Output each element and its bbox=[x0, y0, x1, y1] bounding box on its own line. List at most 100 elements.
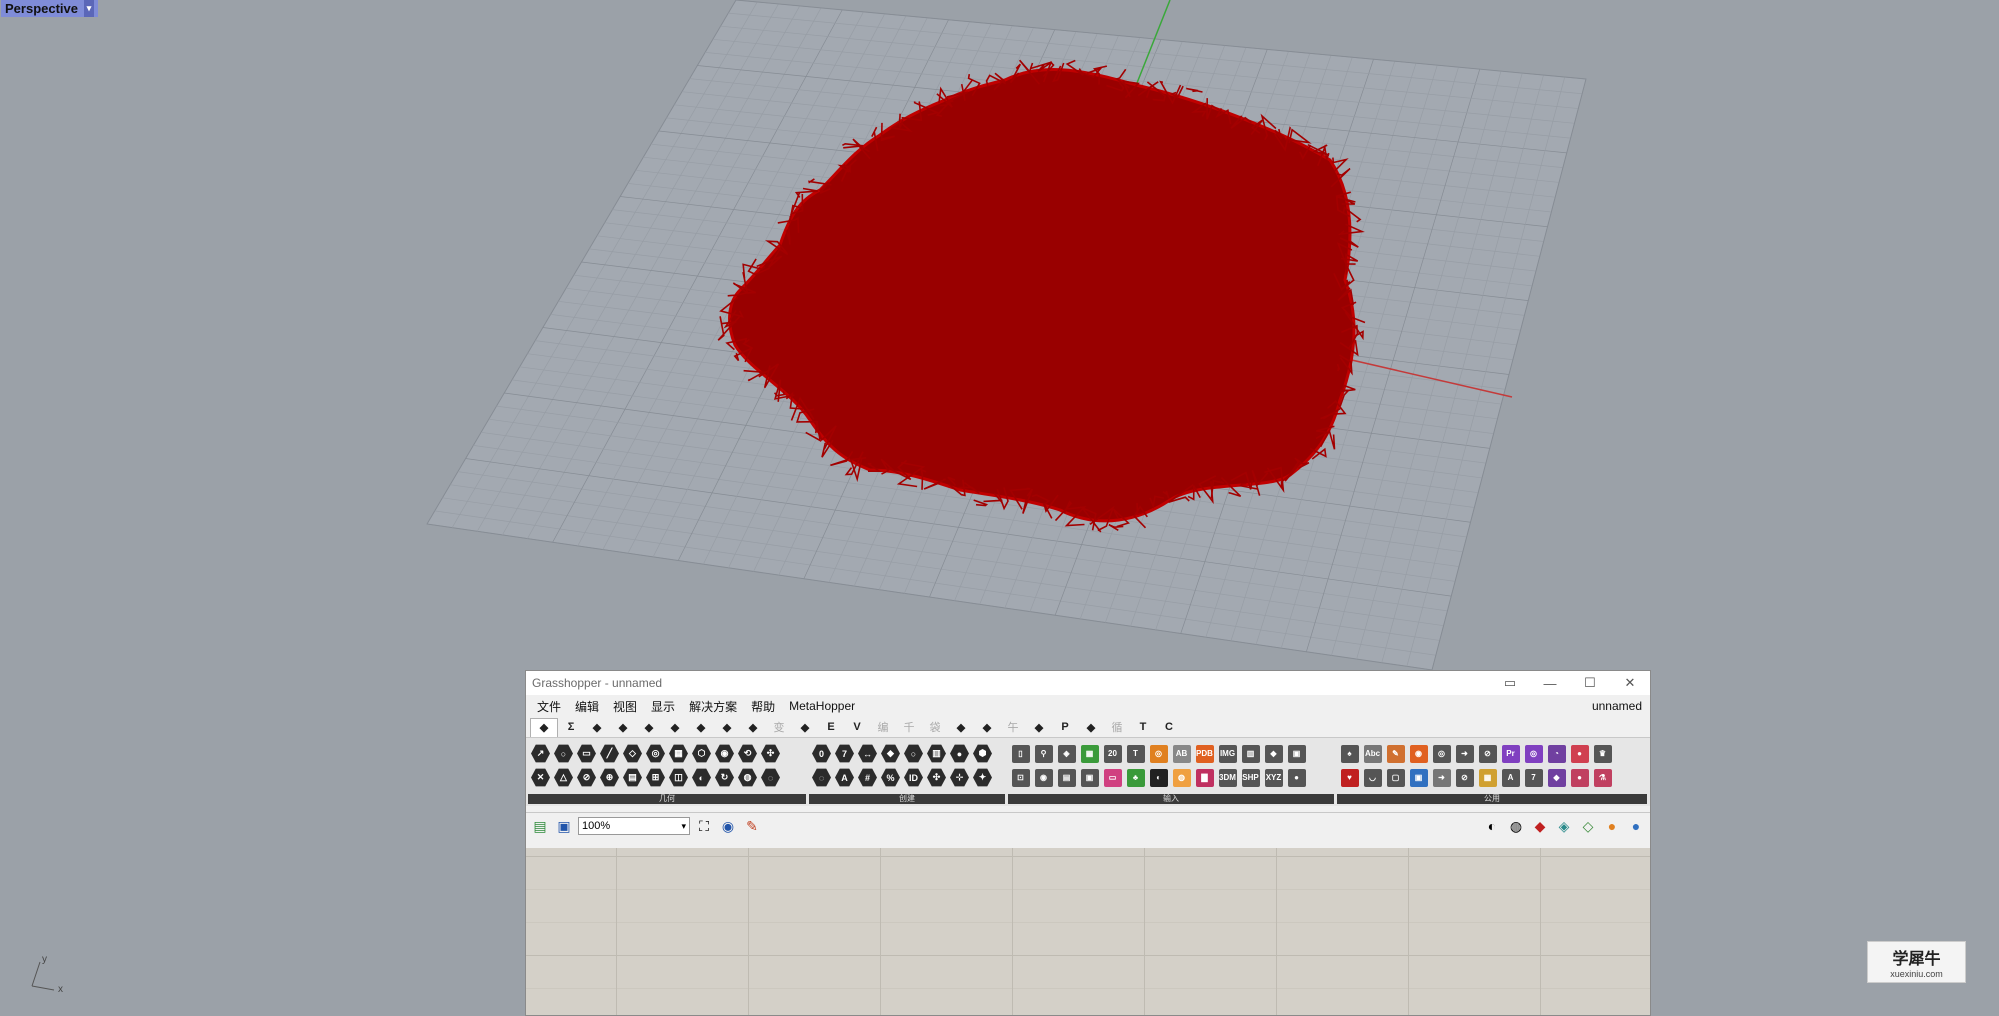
menu-solution[interactable]: 解决方案 bbox=[682, 698, 744, 715]
grasshopper-window[interactable]: Grasshopper - unnamed ▭ — ☐ ✕ 文件 编辑 视图 显… bbox=[525, 670, 1651, 1016]
component-icon[interactable]: ▢ bbox=[1385, 767, 1406, 788]
component-icon[interactable]: ◡ bbox=[1362, 767, 1383, 788]
component-icon[interactable]: ⚗ bbox=[1592, 767, 1613, 788]
menu-view[interactable]: 视图 bbox=[606, 698, 644, 715]
component-icon[interactable]: Abc bbox=[1362, 743, 1383, 764]
component-icon[interactable]: T bbox=[1125, 743, 1146, 764]
component-icon[interactable]: ◌ bbox=[811, 767, 832, 788]
component-icon[interactable]: ⟲ bbox=[737, 743, 758, 764]
component-icon[interactable]: PDB bbox=[1194, 743, 1215, 764]
component-icon[interactable]: ◇ bbox=[622, 743, 643, 764]
component-icon[interactable]: ♥ bbox=[1339, 767, 1360, 788]
component-icon[interactable]: ▤ bbox=[1056, 767, 1077, 788]
component-icon[interactable]: ◉ bbox=[1408, 743, 1429, 764]
tab-6[interactable]: ◆ bbox=[688, 718, 714, 736]
component-icon[interactable]: SHP bbox=[1240, 767, 1261, 788]
component-icon[interactable]: ⊘ bbox=[576, 767, 597, 788]
mesh-settings-icon[interactable]: ◇ bbox=[1578, 816, 1598, 836]
menu-display[interactable]: 显示 bbox=[644, 698, 682, 715]
component-icon[interactable]: ⊞ bbox=[645, 767, 666, 788]
tab-15[interactable]: 袋 bbox=[922, 718, 948, 736]
tab-8[interactable]: ◆ bbox=[740, 718, 766, 736]
save-file-icon[interactable]: ▣ bbox=[554, 816, 574, 836]
component-icon[interactable]: ◎ bbox=[1431, 743, 1452, 764]
menu-metahopper[interactable]: MetaHopper bbox=[782, 699, 862, 713]
component-icon[interactable]: ✣ bbox=[760, 743, 781, 764]
component-icon[interactable]: ◐ bbox=[1148, 767, 1169, 788]
component-icon[interactable]: ➜ bbox=[1454, 743, 1475, 764]
menu-help[interactable]: 帮助 bbox=[744, 698, 782, 715]
preview-eye-icon[interactable]: ◉ bbox=[718, 816, 738, 836]
component-icon[interactable]: 7 bbox=[1523, 767, 1544, 788]
tab-10[interactable]: ◆ bbox=[792, 718, 818, 736]
component-icon[interactable]: # bbox=[857, 767, 878, 788]
tab-20[interactable]: P bbox=[1052, 718, 1078, 736]
tab-3[interactable]: ◆ bbox=[610, 718, 636, 736]
component-icon[interactable]: ◔ bbox=[1546, 743, 1567, 764]
zoom-select[interactable]: 100% ▾ bbox=[578, 817, 690, 835]
component-icon[interactable]: ◎ bbox=[1148, 743, 1169, 764]
component-icon[interactable]: ✣ bbox=[926, 767, 947, 788]
component-icon[interactable]: ◐ bbox=[691, 767, 712, 788]
bake-icon[interactable]: ◈ bbox=[1554, 816, 1574, 836]
tab-19[interactable]: ◆ bbox=[1026, 718, 1052, 736]
minimize-button[interactable]: — bbox=[1530, 671, 1570, 695]
component-icon[interactable]: ◍ bbox=[1171, 767, 1192, 788]
document-name[interactable]: unnamed bbox=[1592, 699, 1642, 713]
component-icon[interactable]: ⊡ bbox=[1010, 767, 1031, 788]
component-icon[interactable]: ◉ bbox=[1033, 767, 1054, 788]
tab-5[interactable]: ◆ bbox=[662, 718, 688, 736]
tab-2[interactable]: ◆ bbox=[584, 718, 610, 736]
component-icon[interactable]: ▥ bbox=[926, 743, 947, 764]
component-icon[interactable]: ◎ bbox=[1523, 743, 1544, 764]
component-icon[interactable]: ▦ bbox=[668, 743, 689, 764]
gh-titlebar[interactable]: Grasshopper - unnamed ▭ — ☐ ✕ bbox=[526, 671, 1650, 695]
component-icon[interactable]: ⊘ bbox=[1454, 767, 1475, 788]
tab-16[interactable]: ◆ bbox=[948, 718, 974, 736]
tab-7[interactable]: ◆ bbox=[714, 718, 740, 736]
component-icon[interactable]: ♣ bbox=[1125, 767, 1146, 788]
tab-24[interactable]: C bbox=[1156, 718, 1182, 736]
component-icon[interactable]: ✎ bbox=[1385, 743, 1406, 764]
component-icon[interactable]: XYZ bbox=[1263, 767, 1284, 788]
component-icon[interactable]: ▤ bbox=[622, 767, 643, 788]
component-icon[interactable]: ◆ bbox=[1546, 767, 1567, 788]
material-icon[interactable]: ● bbox=[1602, 816, 1622, 836]
component-icon[interactable]: ➜ bbox=[1431, 767, 1452, 788]
component-icon[interactable]: ⊘ bbox=[1477, 743, 1498, 764]
tab-23[interactable]: T bbox=[1130, 718, 1156, 736]
component-icon[interactable]: ◈ bbox=[1056, 743, 1077, 764]
tab-1[interactable]: Σ bbox=[558, 718, 584, 736]
component-icon[interactable]: ⊹ bbox=[949, 767, 970, 788]
component-icon[interactable]: ↻ bbox=[714, 767, 735, 788]
sphere-preview-icon[interactable]: ● bbox=[1626, 816, 1646, 836]
component-icon[interactable]: ♠ bbox=[1339, 743, 1360, 764]
component-icon[interactable]: ● bbox=[949, 743, 970, 764]
component-icon[interactable]: % bbox=[880, 767, 901, 788]
preview-selected-icon[interactable]: ◆ bbox=[1530, 816, 1550, 836]
component-icon[interactable]: AB bbox=[1171, 743, 1192, 764]
chevron-down-icon[interactable]: ▾ bbox=[84, 0, 94, 17]
component-icon[interactable]: ◉ bbox=[714, 743, 735, 764]
component-icon[interactable]: ID bbox=[903, 767, 924, 788]
component-icon[interactable]: ◍ bbox=[737, 767, 758, 788]
tab-4[interactable]: ◆ bbox=[636, 718, 662, 736]
component-icon[interactable]: ▇ bbox=[1194, 767, 1215, 788]
maximize-button[interactable]: ☐ bbox=[1570, 671, 1610, 695]
component-icon[interactable]: ● bbox=[1569, 767, 1590, 788]
component-icon[interactable]: ◫ bbox=[668, 767, 689, 788]
component-icon[interactable]: ⬢ bbox=[972, 743, 993, 764]
component-icon[interactable]: ╱ bbox=[599, 743, 620, 764]
component-icon[interactable]: 20 bbox=[1102, 743, 1123, 764]
component-icon[interactable]: 7 bbox=[834, 743, 855, 764]
component-icon[interactable]: ◎ bbox=[645, 743, 666, 764]
component-icon[interactable]: ▣ bbox=[1079, 767, 1100, 788]
component-icon[interactable]: 0 bbox=[811, 743, 832, 764]
component-icon[interactable]: IMG bbox=[1217, 743, 1238, 764]
component-icon[interactable]: ↔ bbox=[857, 743, 878, 764]
sketch-pen-icon[interactable]: ✎ bbox=[742, 816, 762, 836]
tab-17[interactable]: ◆ bbox=[974, 718, 1000, 736]
component-icon[interactable]: Pr bbox=[1500, 743, 1521, 764]
preview-shaded-icon[interactable]: ◍ bbox=[1506, 816, 1526, 836]
component-icon[interactable]: ⬡ bbox=[691, 743, 712, 764]
